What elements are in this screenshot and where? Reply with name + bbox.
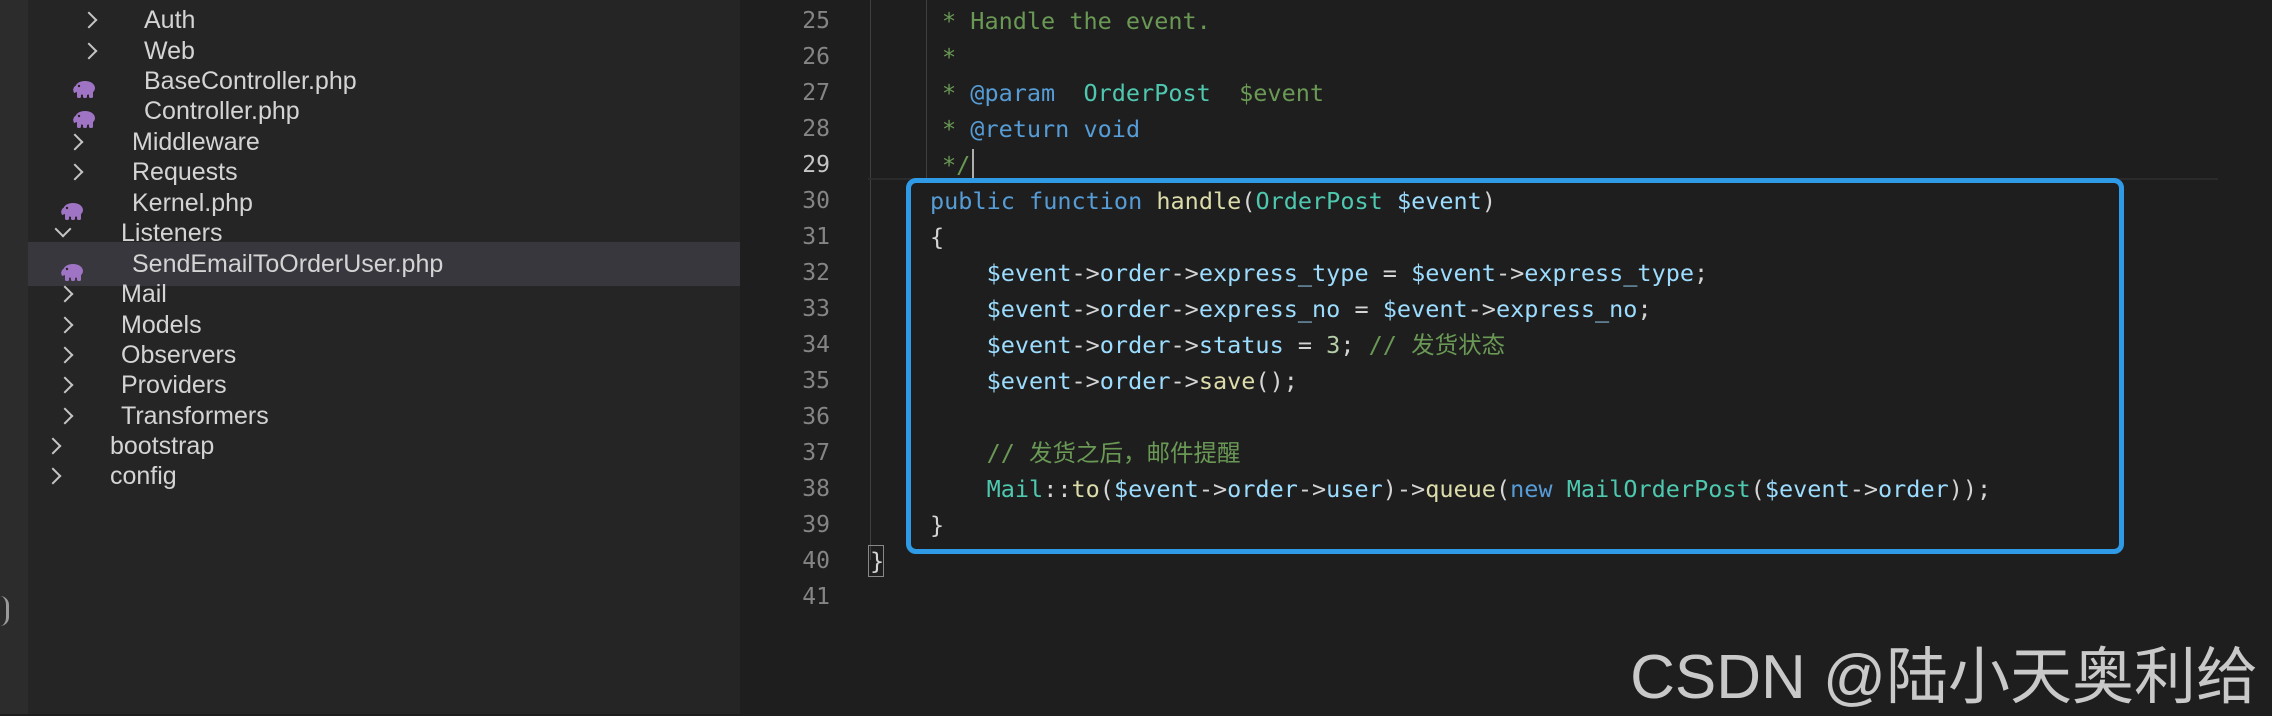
indent-guide — [926, 0, 927, 183]
code-token: * — [942, 115, 971, 143]
line-number: 37 — [802, 440, 830, 466]
php-elephant-icon — [72, 100, 98, 128]
code-token: * Handle the event. — [942, 7, 1211, 35]
line-number: 28 — [802, 116, 830, 142]
line-number: 41 — [802, 584, 830, 610]
line-number: 31 — [802, 224, 830, 250]
code-line[interactable]: * — [942, 39, 956, 75]
tree-item-label: config — [110, 462, 177, 490]
code-line[interactable]: * Handle the event. — [942, 3, 1211, 39]
code-token: @param — [970, 79, 1056, 107]
code-token: $event — [1239, 79, 1325, 107]
line-number: 32 — [802, 260, 830, 286]
line-number: 29 — [802, 152, 830, 178]
code-line[interactable]: * @return void — [942, 111, 1140, 147]
annotation-highlight-box — [906, 178, 2124, 554]
line-number: 35 — [802, 368, 830, 394]
code-token: * — [942, 43, 957, 71]
line-number: 34 — [802, 332, 830, 358]
code-token: */ — [942, 151, 971, 179]
scrollbar-handle[interactable] — [0, 596, 9, 626]
activity-bar — [0, 0, 28, 714]
line-number: 27 — [802, 80, 830, 106]
bracket-match-box — [868, 545, 884, 577]
code-line[interactable]: * @param OrderPost $event — [942, 75, 1324, 111]
line-number: 26 — [802, 44, 830, 70]
line-number: 36 — [802, 404, 830, 430]
indent-guide — [870, 0, 871, 560]
code-token: OrderPost — [1083, 79, 1211, 107]
line-number: 33 — [802, 296, 830, 322]
line-number: 38 — [802, 476, 830, 502]
code-token: void — [1083, 115, 1141, 143]
code-token: @return — [970, 115, 1070, 143]
line-number: 39 — [802, 512, 830, 538]
line-number: 40 — [802, 548, 830, 574]
csdn-watermark: CSDN @陆小天奥利给 — [1630, 643, 2258, 712]
code-token: * — [942, 79, 971, 107]
line-number: 30 — [802, 188, 830, 214]
folder-item-config[interactable]: config — [28, 454, 740, 498]
line-number: 25 — [802, 8, 830, 34]
chevron-right-icon[interactable] — [44, 454, 64, 498]
file-explorer: Auth Web BaseController.php Controller.php M… — [28, 0, 740, 714]
text-cursor — [972, 149, 974, 179]
